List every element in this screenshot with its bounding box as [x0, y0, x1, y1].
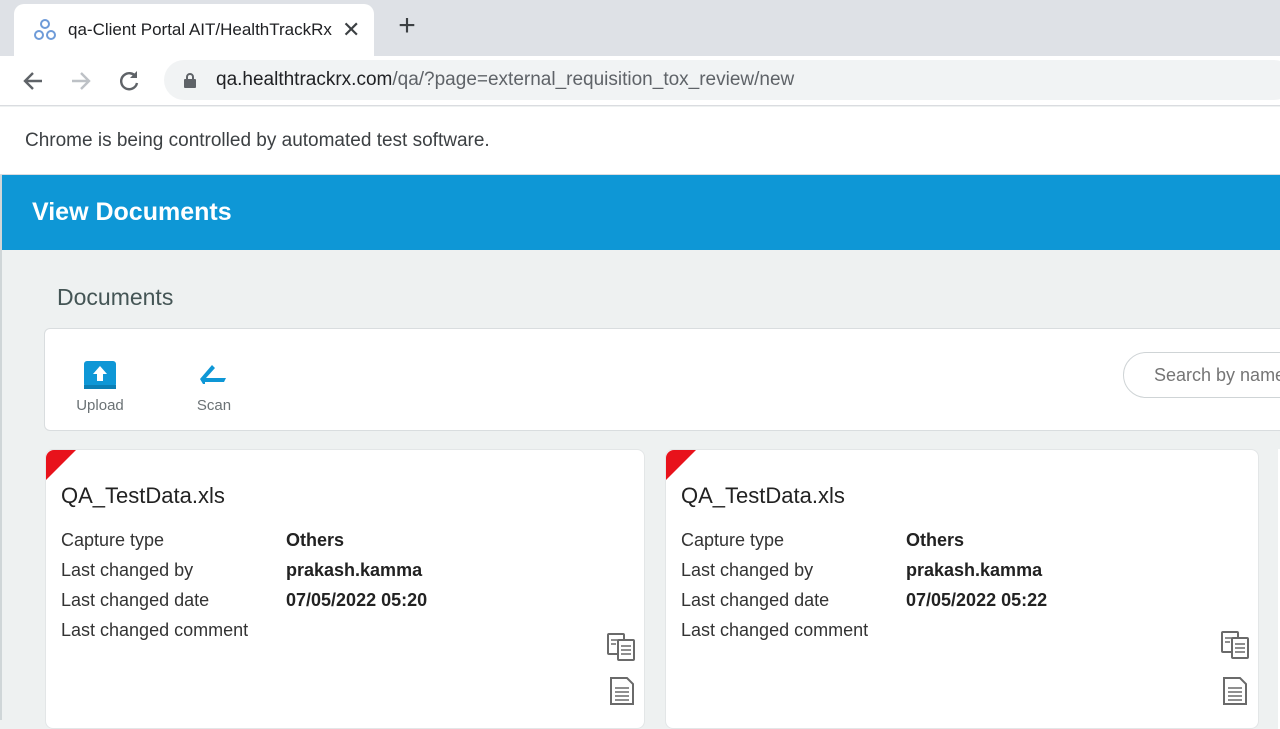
automation-infobar: Chrome is being controlled by automated … — [0, 107, 1280, 175]
changed-by-value: prakash.kamma — [286, 560, 423, 580]
documents-section-title: Documents — [57, 284, 174, 310]
capture-type-value: Others — [286, 530, 345, 550]
document-title: QA_TestData.xls — [681, 483, 845, 508]
changed-by-value: prakash.kamma — [906, 560, 1043, 580]
capture-type-label: Capture type — [61, 530, 165, 550]
scan-button[interactable]: Scan — [174, 359, 254, 414]
url-text: qa.healthtrackrx.com/qa/?page=external_r… — [216, 69, 794, 91]
infobar-text: Chrome is being controlled by automated … — [25, 129, 490, 151]
search-input[interactable] — [1123, 352, 1280, 398]
address-bar[interactable]: qa.healthtrackrx.com/qa/?page=external_r… — [164, 60, 1280, 100]
page-content: View Documents Documents Upload Scan QA_… — [0, 175, 1280, 729]
scan-icon — [200, 365, 227, 384]
document-card[interactable]: QA_TestData.xls Capture type Others Last… — [45, 449, 645, 729]
document-icon[interactable] — [609, 676, 635, 706]
upload-button[interactable]: Upload — [60, 359, 140, 414]
favicon-icon — [34, 19, 56, 40]
page-header: View Documents — [2, 175, 1280, 250]
tab-title: qa-Client Portal AIT/HealthTrackRx — [68, 20, 332, 39]
status-flag — [46, 450, 76, 480]
changed-comment-label: Last changed comment — [681, 620, 869, 640]
changed-date-value: 07/05/2022 05:20 — [286, 590, 428, 610]
tab-strip: qa-Client Portal AIT/HealthTrackRx ✕ + — [0, 0, 1280, 56]
documents-toolbar: Upload Scan — [44, 328, 1280, 431]
copy-document-icon[interactable] — [1220, 630, 1252, 660]
document-title: QA_TestData.xls — [61, 483, 225, 508]
scan-label: Scan — [196, 397, 232, 414]
upload-icon — [84, 361, 116, 389]
close-icon[interactable]: ✕ — [342, 17, 360, 43]
changed-date-value: 07/05/2022 05:22 — [906, 590, 1048, 610]
back-arrow-icon[interactable] — [18, 66, 48, 96]
changed-date-label: Last changed date — [681, 590, 830, 610]
page-title: View Documents — [32, 198, 232, 226]
changed-date-label: Last changed date — [61, 590, 210, 610]
changed-comment-label: Last changed comment — [61, 620, 249, 640]
reload-icon[interactable] — [114, 66, 144, 96]
new-tab-icon[interactable]: + — [394, 11, 420, 41]
status-flag — [666, 450, 696, 480]
document-card[interactable]: QA_TestData.xls Capture type Others Last… — [665, 449, 1259, 729]
browser-tab[interactable]: qa-Client Portal AIT/HealthTrackRx ✕ — [14, 4, 374, 56]
lock-icon — [184, 73, 196, 88]
capture-type-label: Capture type — [681, 530, 785, 550]
changed-by-label: Last changed by — [61, 560, 194, 580]
capture-type-value: Others — [906, 530, 965, 550]
forward-arrow-icon[interactable] — [66, 66, 96, 96]
changed-by-label: Last changed by — [681, 560, 814, 580]
url-path: /qa/?page=external_requisition_tox_revie… — [392, 69, 795, 90]
browser-toolbar: qa.healthtrackrx.com/qa/?page=external_r… — [0, 56, 1280, 106]
upload-label: Upload — [76, 397, 124, 414]
url-host: qa.healthtrackrx.com — [216, 69, 393, 90]
document-icon[interactable] — [1222, 676, 1248, 706]
copy-document-icon[interactable] — [606, 632, 638, 662]
